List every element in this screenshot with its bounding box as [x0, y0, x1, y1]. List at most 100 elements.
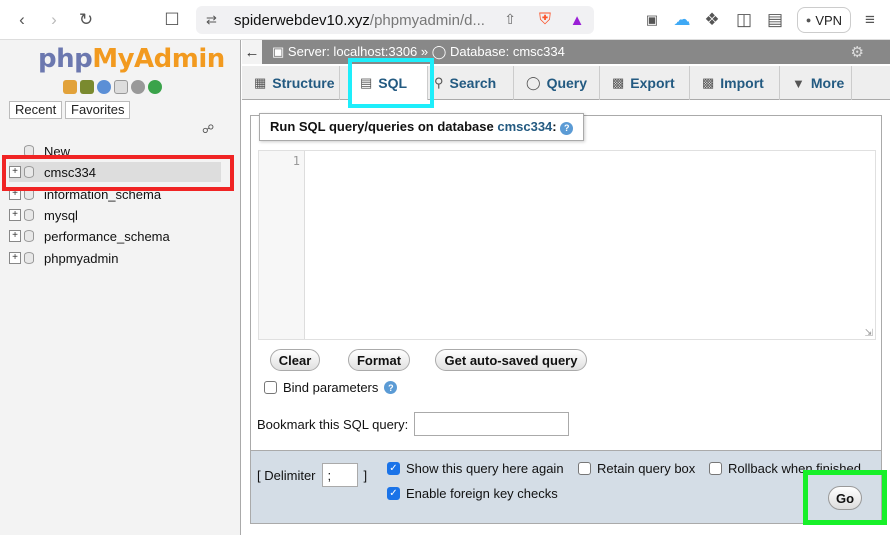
reload-nav-icon[interactable] [148, 80, 162, 94]
database-icon [24, 209, 34, 221]
line-number-gutter: 1 [259, 151, 305, 339]
main-content: ← ▣ Server: localhost:3306 » ◯ Database:… [242, 40, 890, 535]
tab-label: Export [630, 75, 675, 91]
tree-item-information-schema[interactable]: + information_schema [9, 184, 161, 204]
tree-item-phpmyadmin[interactable]: + phpmyadmin [9, 248, 118, 268]
back-arrow-icon[interactable]: ‹ [10, 8, 34, 32]
legend-database[interactable]: cmsc334 [497, 119, 552, 134]
breadcrumb-database[interactable]: Database: cmsc334 [450, 44, 565, 59]
chevron-down-icon: ▼ [792, 75, 805, 91]
retain-query-option: Retain query box [578, 461, 695, 476]
expand-icon[interactable]: + [9, 166, 21, 178]
tab-query[interactable]: ◯ Query [514, 66, 600, 100]
sql-panel-title: Run SQL query/queries on database cmsc33… [259, 113, 585, 141]
favorites-button[interactable]: Favorites [65, 101, 131, 119]
breadcrumb-separator: » [420, 44, 429, 59]
help-icon[interactable] [97, 80, 111, 94]
expand-icon[interactable]: + [9, 252, 21, 264]
settings-gear-icon[interactable] [131, 80, 145, 94]
bind-parameters-label: Bind parameters [283, 380, 379, 395]
legend-text: Run SQL query/queries on database [270, 119, 494, 134]
sql-editor[interactable]: 1 ⇲ [258, 150, 876, 340]
get-autosaved-query-button[interactable]: Get auto-saved query [435, 349, 587, 371]
structure-icon: ▦ [254, 75, 267, 90]
help-icon[interactable]: ? [384, 381, 398, 394]
tab-import[interactable]: ▩ Import [690, 66, 780, 100]
breadcrumb-server[interactable]: Server: localhost:3306 [288, 44, 417, 59]
extension-h-icon[interactable]: ▣ [640, 8, 664, 32]
wallet-icon[interactable]: ▤ [763, 8, 787, 32]
server-icon: ▣ [272, 44, 285, 59]
tab-label: Import [720, 75, 764, 91]
vpn-status-icon: ● [805, 15, 812, 25]
delimiter-label: [ Delimiter [257, 467, 316, 483]
brave-shield-icon[interactable]: ⛨ [533, 8, 557, 32]
tree-item-label: performance_schema [44, 228, 170, 244]
tab-more[interactable]: ▼ More [780, 66, 852, 100]
navigation-sidebar: phpMyAdmin Recent Favorites ☍ New + cmsc3… [0, 40, 241, 535]
delimiter-input[interactable]: ; [321, 463, 358, 487]
page-settings-gear-icon[interactable]: ⚙ [851, 43, 864, 61]
site-settings-icon[interactable]: ⇄ [206, 12, 217, 28]
docs-icon[interactable] [114, 80, 128, 94]
database-icon [24, 188, 34, 200]
extensions-puzzle-icon[interactable]: ❖ [700, 8, 724, 32]
database-icon: ◯ [431, 44, 447, 59]
tree-item-new[interactable]: New [9, 141, 70, 161]
search-icon: ⚲ [434, 75, 444, 90]
foreign-keys-label: Enable foreign key checks [406, 486, 558, 501]
browser-toolbar: ‹ › ↻ ☐ ⇄ spiderwebdev10.xyz/phpmyadmin/… [0, 0, 890, 40]
phpmyadmin-logo[interactable]: phpMyAdmin [38, 44, 225, 74]
cloud-icon[interactable]: ☁ [670, 8, 694, 32]
tree-item-performance-schema[interactable]: + performance_schema [9, 226, 170, 246]
bind-parameters-row: Bind parameters ? [264, 380, 398, 395]
expand-icon[interactable]: + [9, 188, 21, 200]
reload-icon[interactable]: ↻ [74, 8, 98, 32]
home-icon[interactable] [63, 80, 77, 94]
sidebar-toggle-icon[interactable]: ◫ [732, 8, 756, 32]
tab-label: Structure [272, 75, 335, 91]
tab-label: Search [449, 75, 497, 91]
bind-parameters-checkbox[interactable] [264, 381, 277, 394]
query-icon: ◯ [526, 75, 541, 90]
forward-arrow-icon[interactable]: › [42, 8, 66, 32]
tab-structure[interactable]: ▦ Structure [242, 66, 340, 100]
logout-icon[interactable] [80, 80, 94, 94]
resize-handle-icon[interactable]: ⇲ [865, 328, 873, 339]
link-with-main-icon[interactable]: ☍ [202, 122, 214, 136]
database-icon [24, 166, 34, 178]
format-button[interactable]: Format [348, 349, 410, 371]
retain-query-checkbox[interactable] [578, 462, 591, 475]
tree-item-label: information_schema [44, 186, 162, 202]
vpn-button[interactable]: ● VPN [797, 7, 851, 33]
go-button[interactable]: Go [828, 486, 862, 510]
bookmark-label: Bookmark this SQL query: [257, 416, 409, 432]
bookmark-input[interactable] [414, 412, 570, 436]
tree-item-mysql[interactable]: + mysql [9, 205, 78, 225]
show-query-checkbox[interactable]: ✓ [387, 462, 400, 475]
breadcrumb: ▣ Server: localhost:3306 » ◯ Database: c… [272, 44, 565, 60]
share-icon[interactable]: ⇧ [504, 11, 516, 28]
expand-icon[interactable]: + [9, 209, 21, 221]
recent-button[interactable]: Recent [9, 101, 63, 119]
tab-search[interactable]: ⚲ Search [422, 66, 514, 100]
rollback-checkbox[interactable] [709, 462, 722, 475]
clear-button[interactable]: Clear [270, 349, 320, 371]
server-breadcrumb-bar: ← ▣ Server: localhost:3306 » ◯ Database:… [242, 40, 890, 64]
tree-item-cmsc334[interactable]: + cmsc334 [9, 162, 221, 182]
menu-icon[interactable]: ≡ [858, 8, 882, 32]
collapse-sidebar-icon[interactable]: ← [242, 40, 262, 64]
delimiter-bracket: ] [363, 467, 368, 483]
tab-sql[interactable]: ▤ SQL [348, 66, 428, 100]
tab-label: More [810, 75, 845, 91]
database-icon [24, 145, 34, 157]
foreign-keys-checkbox[interactable]: ✓ [387, 487, 400, 500]
bookmark-icon[interactable]: ☐ [160, 8, 184, 32]
help-icon[interactable]: ? [560, 121, 574, 135]
brave-rewards-icon[interactable]: ▲ [565, 8, 589, 32]
tab-export[interactable]: ▩ Export [600, 66, 690, 100]
legend-colon: : [552, 119, 557, 134]
tree-item-label: mysql [44, 207, 78, 223]
bookmark-row: Bookmark this SQL query: [257, 412, 570, 436]
expand-icon[interactable]: + [9, 230, 21, 242]
